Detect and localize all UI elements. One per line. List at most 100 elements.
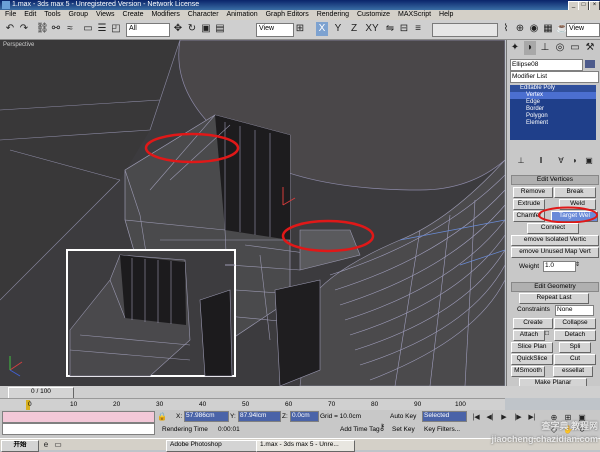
msmooth-button[interactable]: MSmooth xyxy=(511,366,545,377)
quickslice-button[interactable]: QuickSlice xyxy=(511,354,553,365)
pin-stack-icon[interactable]: ⊥ xyxy=(515,154,527,168)
key-icon[interactable]: ⚷ xyxy=(376,420,388,434)
make-unique-icon[interactable]: ∀ xyxy=(555,154,567,168)
menu-customize[interactable]: Customize xyxy=(357,11,390,18)
start-button[interactable]: 开始 xyxy=(1,440,39,452)
configure-sets-icon[interactable]: ▣ xyxy=(583,154,595,168)
z-coordinate-field[interactable]: 0.0cm xyxy=(290,411,319,422)
stack-item-border[interactable]: Border xyxy=(510,106,596,113)
render-scene-icon[interactable]: ▦ xyxy=(542,22,554,36)
axis-xy-button[interactable]: XY xyxy=(364,22,380,36)
attach-list-icon[interactable]: □ xyxy=(545,330,549,337)
break-button[interactable]: Break xyxy=(554,187,596,198)
menu-tools[interactable]: Tools xyxy=(44,11,60,18)
menu-file[interactable]: File xyxy=(5,11,16,18)
detach-button[interactable]: Detach xyxy=(554,330,596,341)
cut-button[interactable]: Cut xyxy=(554,354,596,365)
utilities-tab-icon[interactable]: ⚒ xyxy=(584,41,596,55)
taskbar-item-3dsmax[interactable]: 1.max - 3ds max 5 - Unre... xyxy=(256,440,355,452)
menu-create[interactable]: Create xyxy=(122,11,143,18)
named-selection-dropdown[interactable] xyxy=(432,23,498,37)
mirror-icon[interactable]: ⇋ xyxy=(384,22,396,36)
remove-button[interactable]: Remove xyxy=(513,187,553,198)
track-bar[interactable]: 0 10 20 30 40 50 60 70 80 90 100 xyxy=(0,398,505,410)
modify-tab-icon[interactable]: ◗ xyxy=(524,41,536,55)
render-type-dropdown[interactable]: View xyxy=(566,23,600,37)
create-button[interactable]: Create xyxy=(513,318,553,329)
unlink-icon[interactable]: ⚯ xyxy=(50,22,62,36)
split-checkbox[interactable]: Spli xyxy=(559,342,591,353)
auto-key-button[interactable]: Auto Key xyxy=(390,413,416,420)
lock-selection-icon[interactable]: 🔒 xyxy=(156,410,168,424)
object-color-swatch[interactable] xyxy=(585,60,595,68)
remove-unused-map-verts-button[interactable]: emove Unused Map Vert xyxy=(511,247,599,258)
viewport-label[interactable]: Perspective xyxy=(3,42,34,48)
remove-modifier-icon[interactable]: ◗ xyxy=(569,154,581,168)
stack-item-element[interactable]: Element xyxy=(510,120,596,127)
menu-animation[interactable]: Animation xyxy=(226,11,257,18)
taskbar-item-photoshop[interactable]: Adobe Photoshop xyxy=(166,440,257,452)
weight-spinner[interactable]: 1.0 xyxy=(543,261,576,272)
display-tab-icon[interactable]: ▭ xyxy=(569,41,581,55)
axis-y-button[interactable]: Y xyxy=(332,22,344,36)
bind-space-warp-icon[interactable]: ≈ xyxy=(64,22,76,36)
material-editor-icon[interactable]: ◉ xyxy=(528,22,540,36)
set-key-button[interactable]: Set Key xyxy=(392,426,415,433)
pivot-icon[interactable]: ⊞ xyxy=(294,22,306,36)
layer-icon[interactable]: ≡ xyxy=(412,22,424,36)
menu-graph-editors[interactable]: Graph Editors xyxy=(266,11,309,18)
reference-coord-dropdown[interactable]: View xyxy=(256,23,294,37)
menu-maxscript[interactable]: MAXScript xyxy=(398,11,431,18)
link-icon[interactable]: ⛓ xyxy=(36,22,49,36)
show-end-result-icon[interactable]: ‖ xyxy=(535,154,547,168)
stack-item-vertex[interactable]: Vertex xyxy=(510,92,596,99)
modifier-list-dropdown[interactable]: Modifier List xyxy=(510,71,599,83)
slice-plane-button[interactable]: Slice Plan xyxy=(511,342,553,353)
stack-item-editable-poly[interactable]: Editable Poly xyxy=(510,85,596,92)
attach-button[interactable]: Attach xyxy=(513,330,545,341)
select-scale-icon[interactable]: ▣ xyxy=(200,22,212,36)
menu-edit[interactable]: Edit xyxy=(24,11,36,18)
menu-help[interactable]: Help xyxy=(439,11,453,18)
stack-item-polygon[interactable]: Polygon xyxy=(510,113,596,120)
menu-views[interactable]: Views xyxy=(96,11,115,18)
axis-x-button[interactable]: X xyxy=(316,22,328,36)
collapse-button[interactable]: Collapse xyxy=(554,318,596,329)
repeat-last-button[interactable]: Repeat Last xyxy=(519,293,589,304)
hierarchy-tab-icon[interactable]: ⊥ xyxy=(539,41,551,55)
perspective-viewport[interactable]: Perspective xyxy=(0,40,505,386)
menu-group[interactable]: Group xyxy=(69,11,88,18)
edit-geometry-rollout[interactable]: Edit Geometry xyxy=(511,282,599,292)
select-move-icon[interactable]: ✥ xyxy=(172,22,184,36)
schematic-icon[interactable]: ⊕ xyxy=(514,22,526,36)
menu-character[interactable]: Character xyxy=(188,11,219,18)
edit-vertices-rollout[interactable]: Edit Vertices xyxy=(511,175,599,185)
connect-button[interactable]: Connect xyxy=(527,223,579,234)
undo-icon[interactable]: ↶ xyxy=(4,22,16,36)
selection-filter-dropdown[interactable]: All xyxy=(126,23,170,37)
redo-icon[interactable]: ↷ xyxy=(18,22,30,36)
weight-spinner-arrows[interactable]: ⇕ xyxy=(575,261,580,268)
remove-isolated-vertices-button[interactable]: emove Isolated Vertic xyxy=(511,235,599,246)
region-icon[interactable]: ◰ xyxy=(110,22,122,36)
squash-icon[interactable]: ▤ xyxy=(214,22,226,36)
motion-tab-icon[interactable]: ◎ xyxy=(554,41,566,55)
maxscript-listener-mini[interactable] xyxy=(2,411,155,423)
y-coordinate-field[interactable]: 87.94lcm xyxy=(238,411,281,422)
stack-item-edge[interactable]: Edge xyxy=(510,99,596,106)
x-coordinate-field[interactable]: 57.986cm xyxy=(184,411,229,422)
ruler-tick: 60 xyxy=(285,401,293,408)
curve-editor-icon[interactable]: ⌇ xyxy=(500,22,512,36)
select-by-name-icon[interactable]: ☰ xyxy=(96,22,108,36)
menu-rendering[interactable]: Rendering xyxy=(317,11,349,18)
add-time-tag-button[interactable]: Add Time Tag xyxy=(340,426,380,433)
create-tab-icon[interactable]: ✦ xyxy=(509,41,521,55)
axis-z-button[interactable]: Z xyxy=(348,22,360,36)
tessellate-button[interactable]: essellat xyxy=(553,366,593,377)
align-icon[interactable]: ⊟ xyxy=(398,22,410,36)
constraints-dropdown[interactable]: None xyxy=(555,305,594,316)
select-icon[interactable]: ▭ xyxy=(82,22,94,36)
select-rotate-icon[interactable]: ↻ xyxy=(186,22,198,36)
object-name-field[interactable]: Ellipse08 xyxy=(510,59,583,71)
menu-modifiers[interactable]: Modifiers xyxy=(151,11,179,18)
